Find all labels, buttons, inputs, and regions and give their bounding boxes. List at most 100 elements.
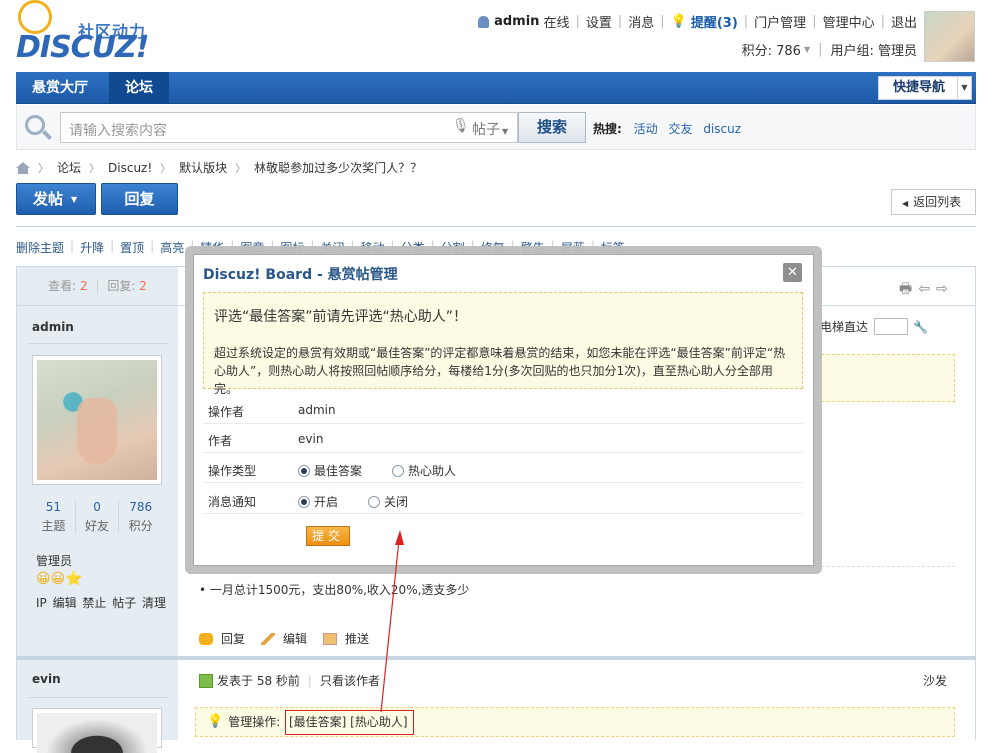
search-type-select[interactable]: 帖子 ▼ [472,119,508,139]
author-avatar[interactable] [32,708,162,753]
author-admin-actions[interactable]: IP 编辑 禁止 帖子 清理 [36,594,166,611]
thread-tools: 🖶⇦⇨ [899,278,954,302]
hot-searches: 热搜: 活动 交友 discuz [593,120,748,137]
submit-button[interactable]: 提交 [306,526,350,546]
prev-thread-icon[interactable]: ⇦ [918,281,936,297]
remind-link[interactable]: 提醒(3) [691,12,738,31]
dialog-title: Discuz! Board - 悬赏帖管理 [203,267,398,283]
field-label: 消息通知 [208,495,257,509]
field-label: 作者 [208,434,233,448]
post-meta: 发表于 58 秒前 | 只看该作者 [199,672,380,689]
quick-nav-button[interactable]: 快捷导航 ▼ [878,76,972,100]
divider [28,697,168,698]
divider [975,306,976,740]
mod-tool-link[interactable]: 删除主题 [16,239,64,256]
discuz-logo[interactable]: 社区动力 DISCUZ! [16,0,156,68]
credits-link[interactable]: 积分: 786 [742,40,801,59]
breadcrumb-item[interactable]: 论坛 [57,159,81,176]
push-icon [323,632,338,645]
stat-threads[interactable]: 51 主题 [32,500,76,534]
radio-icon [298,464,310,477]
hot-search-link[interactable]: 交友 [668,122,692,136]
chevron-down-icon: ▼ [502,127,509,136]
reply-post-button[interactable]: 回复 [199,630,245,647]
manage-links[interactable]: [最佳答案] [热心助人] [289,713,408,730]
mod-tool-link[interactable]: 升降 [80,239,104,256]
mod-tool-link[interactable]: 置顶 [120,239,144,256]
field-value: evin [298,432,324,446]
floor-jump-input[interactable] [874,318,909,335]
chevron-left-icon: ◀ [902,199,909,208]
manage-label: 💡 管理操作: [207,714,281,729]
online-status-icon [199,673,213,688]
new-post-button[interactable]: 发帖 ▼ [16,183,96,215]
next-thread-icon[interactable]: ⇨ [936,281,954,297]
push-post-button[interactable]: 推送 [323,630,369,647]
post-author-name[interactable]: admin [32,320,74,334]
portal-admin-link[interactable]: 门户管理 [754,12,806,31]
field-label: 操作类型 [208,464,257,478]
user-credits-bar: 积分: 786 ▼ | 用户组: 管理员 [741,40,917,59]
nav-tab-forum[interactable]: 论坛 [109,72,169,104]
edit-post-button[interactable]: 编辑 [261,630,307,647]
rank-stars-icon: 😀😀⭐ [36,571,83,587]
remind-bulb-icon: 💡 [670,14,687,29]
floor-number[interactable]: 沙发 [923,672,947,689]
post-actions: 回复 编辑 推送 [199,630,385,647]
bulb-logo-icon [18,0,52,34]
field-label: 操作者 [208,405,245,419]
back-to-list-button[interactable]: ◀ 返回列表 [891,189,976,215]
messages-link[interactable]: 消息 [628,12,654,31]
user-icon [478,15,490,28]
breadcrumb-item[interactable]: 默认版块 [179,159,227,176]
stat-friends[interactable]: 0 好友 [76,500,120,534]
floor-jump-label: 电梯直达 [820,320,869,334]
user-avatar[interactable] [924,11,975,62]
hot-label: 热搜: [593,122,622,136]
radio-best-answer[interactable]: 最佳答案 [298,462,362,479]
search-button[interactable]: 搜索 [518,112,586,143]
print-icon[interactable]: 🖶 [899,281,918,297]
online-status: 在线 [543,16,570,31]
replies-count: 2 [139,279,147,293]
views-count: 2 [80,279,88,293]
radio-notify-off[interactable]: 关闭 [368,493,408,510]
chevron-down-icon: ▼ [803,45,811,54]
replies-label: 回复: [107,279,136,293]
author-avatar[interactable] [32,355,162,485]
close-icon[interactable]: ✕ [783,263,802,282]
hot-search-link[interactable]: 活动 [634,122,658,136]
post-time: 发表于 58 秒前 [217,674,300,688]
breadcrumb: 〉论坛 〉 Discuz! 〉默认版块 〉林敬聪参加过多少次奖门人？？ [16,159,422,176]
thread-stats: 查看: 2 | 回复: 2 [17,267,178,305]
wrench-icon[interactable]: 🔧 [913,320,928,334]
reply-icon [199,632,213,645]
mod-tool-link[interactable]: 高亮 [160,239,184,256]
settings-link[interactable]: 设置 [586,12,612,31]
notice-body: 超过系统设定的悬赏有效期或“最佳答案”的评定都意味着悬赏的结束，如您未能在评选“… [214,346,786,396]
home-icon[interactable] [16,161,30,174]
microphone-icon[interactable]: 🎙 [452,118,470,134]
reply-button[interactable]: 回复 [101,183,178,215]
username-link[interactable]: admin [494,14,539,29]
user-toolbar: admin 在线 | 设置 | 消息 | 💡 提醒(3) | 门户管理 | 管理… [478,12,917,31]
new-post-label: 发帖 [33,190,64,208]
pencil-icon [261,632,276,645]
radio-helpful[interactable]: 热心助人 [392,462,456,479]
quick-nav-label: 快捷导航 [893,80,946,95]
author-group[interactable]: 管理员 [36,552,72,569]
logo-wordmark: DISCUZ! [16,30,149,65]
breadcrumb-item[interactable]: Discuz! [108,161,152,175]
post-author-name[interactable]: evin [32,672,61,686]
only-author-link[interactable]: 只看该作者 [320,672,380,689]
breadcrumb-item[interactable]: 林敬聪参加过多少次奖门人？？ [254,159,422,176]
admin-center-link[interactable]: 管理中心 [823,12,875,31]
chevron-down-icon: ▼ [957,77,971,99]
logout-link[interactable]: 退出 [891,12,917,31]
form-row-operator: 操作者 admin [203,395,803,424]
stat-credits[interactable]: 786 积分 [119,500,162,534]
search-input[interactable]: 请输入搜索内容 [60,112,518,143]
hot-search-link[interactable]: discuz [703,122,741,136]
radio-notify-on[interactable]: 开启 [298,493,338,510]
nav-tab-bounty-hall[interactable]: 悬赏大厅 [16,72,104,104]
